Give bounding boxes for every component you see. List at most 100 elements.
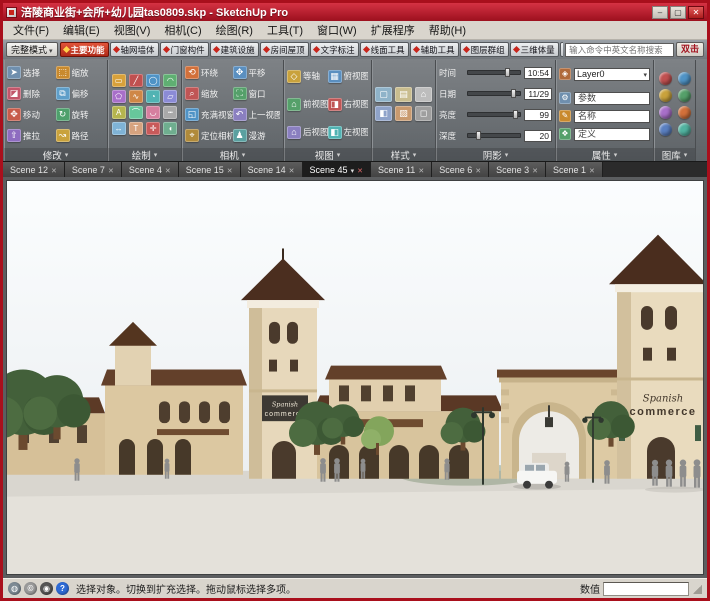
layer-select[interactable]: Layer0 <box>574 68 650 81</box>
scene-tab[interactable]: Scene 3 <box>489 162 546 177</box>
hidden-line-style-button[interactable]: ⌂ <box>415 87 432 102</box>
components-library-icon[interactable] <box>659 72 672 85</box>
scene-tab[interactable]: Scene 15 <box>179 162 241 177</box>
pie-tool[interactable]: ◔ <box>146 90 160 103</box>
2-point-arc-tool[interactable]: ◡ <box>146 106 160 119</box>
rotate-tool[interactable]: ↻ 旋转 <box>56 105 105 124</box>
scene-tab-close-icon[interactable] <box>475 165 481 175</box>
styles-library-icon[interactable] <box>659 89 672 102</box>
push-pull-tool[interactable]: ⇧ 推拉 <box>7 126 56 145</box>
scene-tab[interactable]: Scene 6 <box>432 162 489 177</box>
slider-thumb[interactable] <box>476 131 481 140</box>
pan-tool[interactable]: ✥ 平移 <box>233 63 281 82</box>
measurement-input[interactable] <box>603 582 689 596</box>
slider-track[interactable] <box>467 70 521 75</box>
position-camera-tool[interactable]: ⌖ 定位相机 <box>185 126 233 145</box>
field-input[interactable]: 名称 <box>574 110 650 123</box>
orbit-tool[interactable]: ⟲ 环绕 <box>185 63 233 82</box>
scene-tab[interactable]: Scene 7 <box>65 162 122 177</box>
tab-line-face-tools[interactable]: 线面工具 <box>360 42 409 57</box>
menu-item[interactable]: 视图(V) <box>107 21 158 39</box>
scene-tab-close-icon[interactable] <box>165 165 171 175</box>
follow-me-tool[interactable]: ↝ 路径 <box>56 126 105 145</box>
eraser-tool[interactable]: ◪ 删除 <box>7 84 56 103</box>
tab-building-facility[interactable]: 建筑设施 <box>210 42 259 57</box>
close-button[interactable]: ✕ <box>688 6 704 19</box>
scenes-library-icon[interactable] <box>659 106 672 119</box>
scene-tab[interactable]: Scene 14 <box>241 162 303 177</box>
previous-view-tool[interactable]: ↶ 上一视图 <box>233 105 281 124</box>
tab-main-functions[interactable]: 主要功能 <box>60 42 109 57</box>
slider-thumb[interactable] <box>511 89 516 98</box>
monochrome-style-button[interactable]: ◻ <box>415 106 432 121</box>
zoom-window-tool[interactable]: ⛶ 窗口 <box>233 84 281 103</box>
dimension-tool[interactable]: ↔ <box>112 122 126 135</box>
geolocation-icon[interactable]: ◍ <box>8 582 21 595</box>
tab-text-annotation[interactable]: 文字标注 <box>310 42 359 57</box>
line-tool[interactable]: ╱ <box>129 74 143 87</box>
double-click-button[interactable]: 双击 <box>676 42 704 57</box>
back-view-button[interactable]: ⌂ 后视图 <box>287 123 328 142</box>
slider-track[interactable] <box>467 133 521 138</box>
tab-3d-mass[interactable]: 三维体量 <box>510 42 559 57</box>
scene-tab[interactable]: Scene 11 <box>371 162 432 177</box>
3-point-arc-tool[interactable]: ⌒ <box>129 106 143 119</box>
menu-item[interactable]: 窗口(W) <box>310 21 364 39</box>
menu-item[interactable]: 工具(T) <box>260 21 310 39</box>
select-tool[interactable]: ➤ 选择 <box>7 63 56 82</box>
text-tool[interactable]: T <box>129 122 143 135</box>
scene-tab-close-icon[interactable] <box>289 165 295 175</box>
protractor-tool[interactable]: ◖ <box>163 122 177 135</box>
menu-item[interactable]: 绘图(R) <box>209 21 260 39</box>
axes-tool[interactable]: ✛ <box>146 122 160 135</box>
tab-axis-wall[interactable]: 轴网墙体 <box>110 42 159 57</box>
right-tower[interactable]: Spanish commerce <box>609 235 704 479</box>
3d-text-tool[interactable]: A <box>112 106 126 119</box>
materials-library-icon[interactable] <box>678 72 691 85</box>
panel-toggle-camera[interactable]: 相机 <box>182 148 283 161</box>
panel-toggle-draw[interactable]: 绘制 <box>108 148 181 161</box>
scene-tab-close-icon[interactable] <box>108 165 114 175</box>
menu-item[interactable]: 相机(C) <box>157 21 208 39</box>
slider-value[interactable]: 99 <box>524 109 552 121</box>
freehand-tool[interactable]: ∿ <box>129 90 143 103</box>
mode-selector[interactable]: 完整模式 <box>6 42 58 57</box>
left-view-button[interactable]: ◧ 左视图 <box>328 123 369 142</box>
menu-item[interactable]: 文件(F) <box>6 21 56 39</box>
scene-tab-close-icon[interactable] <box>51 165 57 175</box>
maximize-button[interactable]: ▢ <box>670 6 686 19</box>
scene-tab-close-icon[interactable] <box>589 165 595 175</box>
slider-thumb[interactable] <box>505 68 510 77</box>
minimize-button[interactable]: – <box>652 6 668 19</box>
slider-value[interactable]: 20 <box>524 130 552 142</box>
circle-tool[interactable]: ◯ <box>146 74 160 87</box>
layers-library-icon[interactable] <box>678 89 691 102</box>
scene-tab[interactable]: Scene 4 <box>122 162 179 177</box>
model-info-icon[interactable]: ◉ <box>40 582 53 595</box>
tab-layer-group[interactable]: 图层群组 <box>460 42 509 57</box>
field-input[interactable]: 定义 <box>574 128 650 141</box>
slider-track[interactable] <box>467 91 521 96</box>
top-view-button[interactable]: ▦ 俯视图 <box>328 67 369 86</box>
panel-toggle-style[interactable]: 样式 <box>372 148 435 161</box>
panel-toggle-properties[interactable]: 属性 <box>556 148 653 161</box>
slider-thumb[interactable] <box>513 110 518 119</box>
rectangle-tool[interactable]: ▭ <box>112 74 126 87</box>
tab-door-window[interactable]: 门窗构件 <box>160 42 209 57</box>
viewport-canvas[interactable]: Spanish commerce <box>6 180 704 575</box>
menu-item[interactable]: 编辑(E) <box>56 21 107 39</box>
credits-icon[interactable]: © <box>24 582 37 595</box>
polygon-tool[interactable]: ⬠ <box>112 90 126 103</box>
command-search-input[interactable] <box>565 43 674 57</box>
move-tool[interactable]: ✥ 移动 <box>7 105 56 124</box>
shadows-library-icon[interactable] <box>659 123 672 136</box>
resize-grip[interactable] <box>692 584 702 594</box>
slider-track[interactable] <box>467 112 521 117</box>
zoom-extents-tool[interactable]: ◱ 充满视窗 <box>185 105 233 124</box>
tab-render-animation[interactable]: 渲染动画 <box>560 42 563 57</box>
fog-library-icon[interactable] <box>678 123 691 136</box>
menu-item[interactable]: 扩展程序 <box>364 21 422 39</box>
textured-style-button[interactable]: ▨ <box>395 106 412 121</box>
scene-tab-close-icon[interactable] <box>532 165 538 175</box>
panel-toggle-view[interactable]: 视图 <box>284 148 371 161</box>
